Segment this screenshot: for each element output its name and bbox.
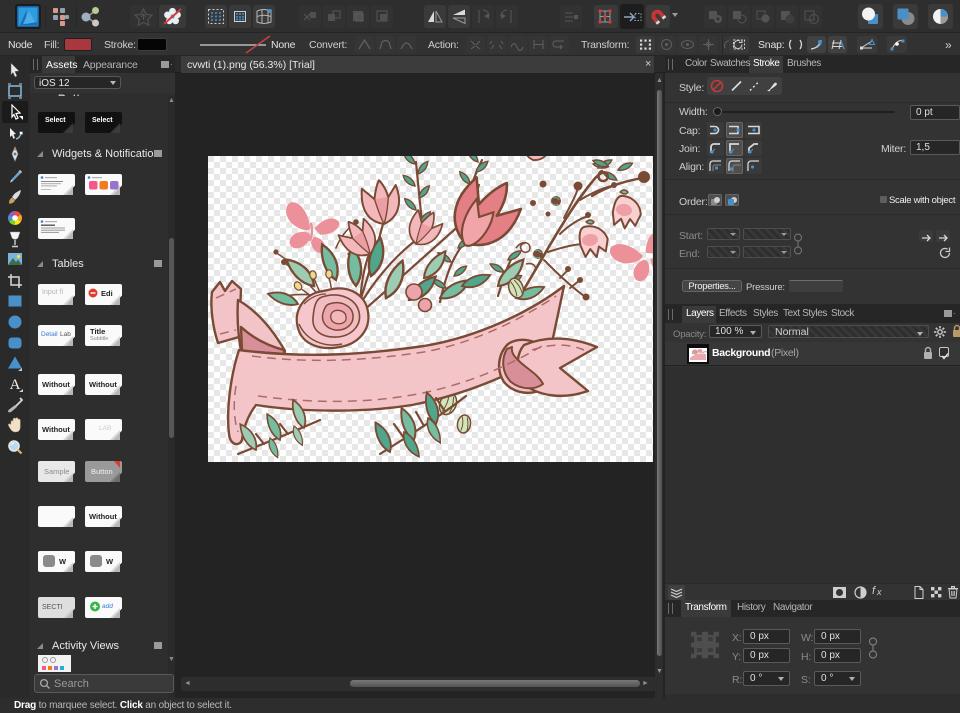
svg-text:A: A bbox=[10, 377, 21, 393]
